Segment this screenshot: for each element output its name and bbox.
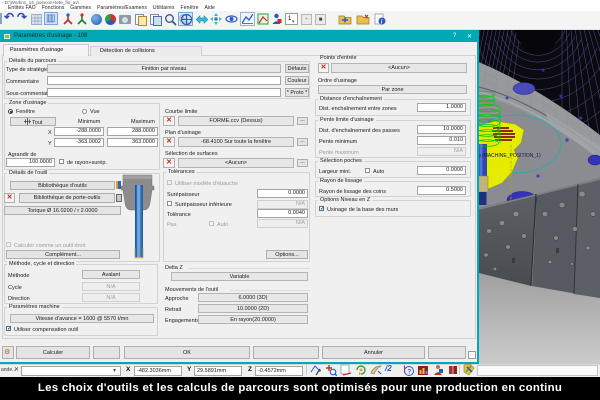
svg-text:!: ! (403, 364, 406, 374)
svg-text:?: ? (408, 370, 412, 376)
svg-text:(MACHINE_POSITION_1): (MACHINE_POSITION_1) (482, 153, 541, 159)
